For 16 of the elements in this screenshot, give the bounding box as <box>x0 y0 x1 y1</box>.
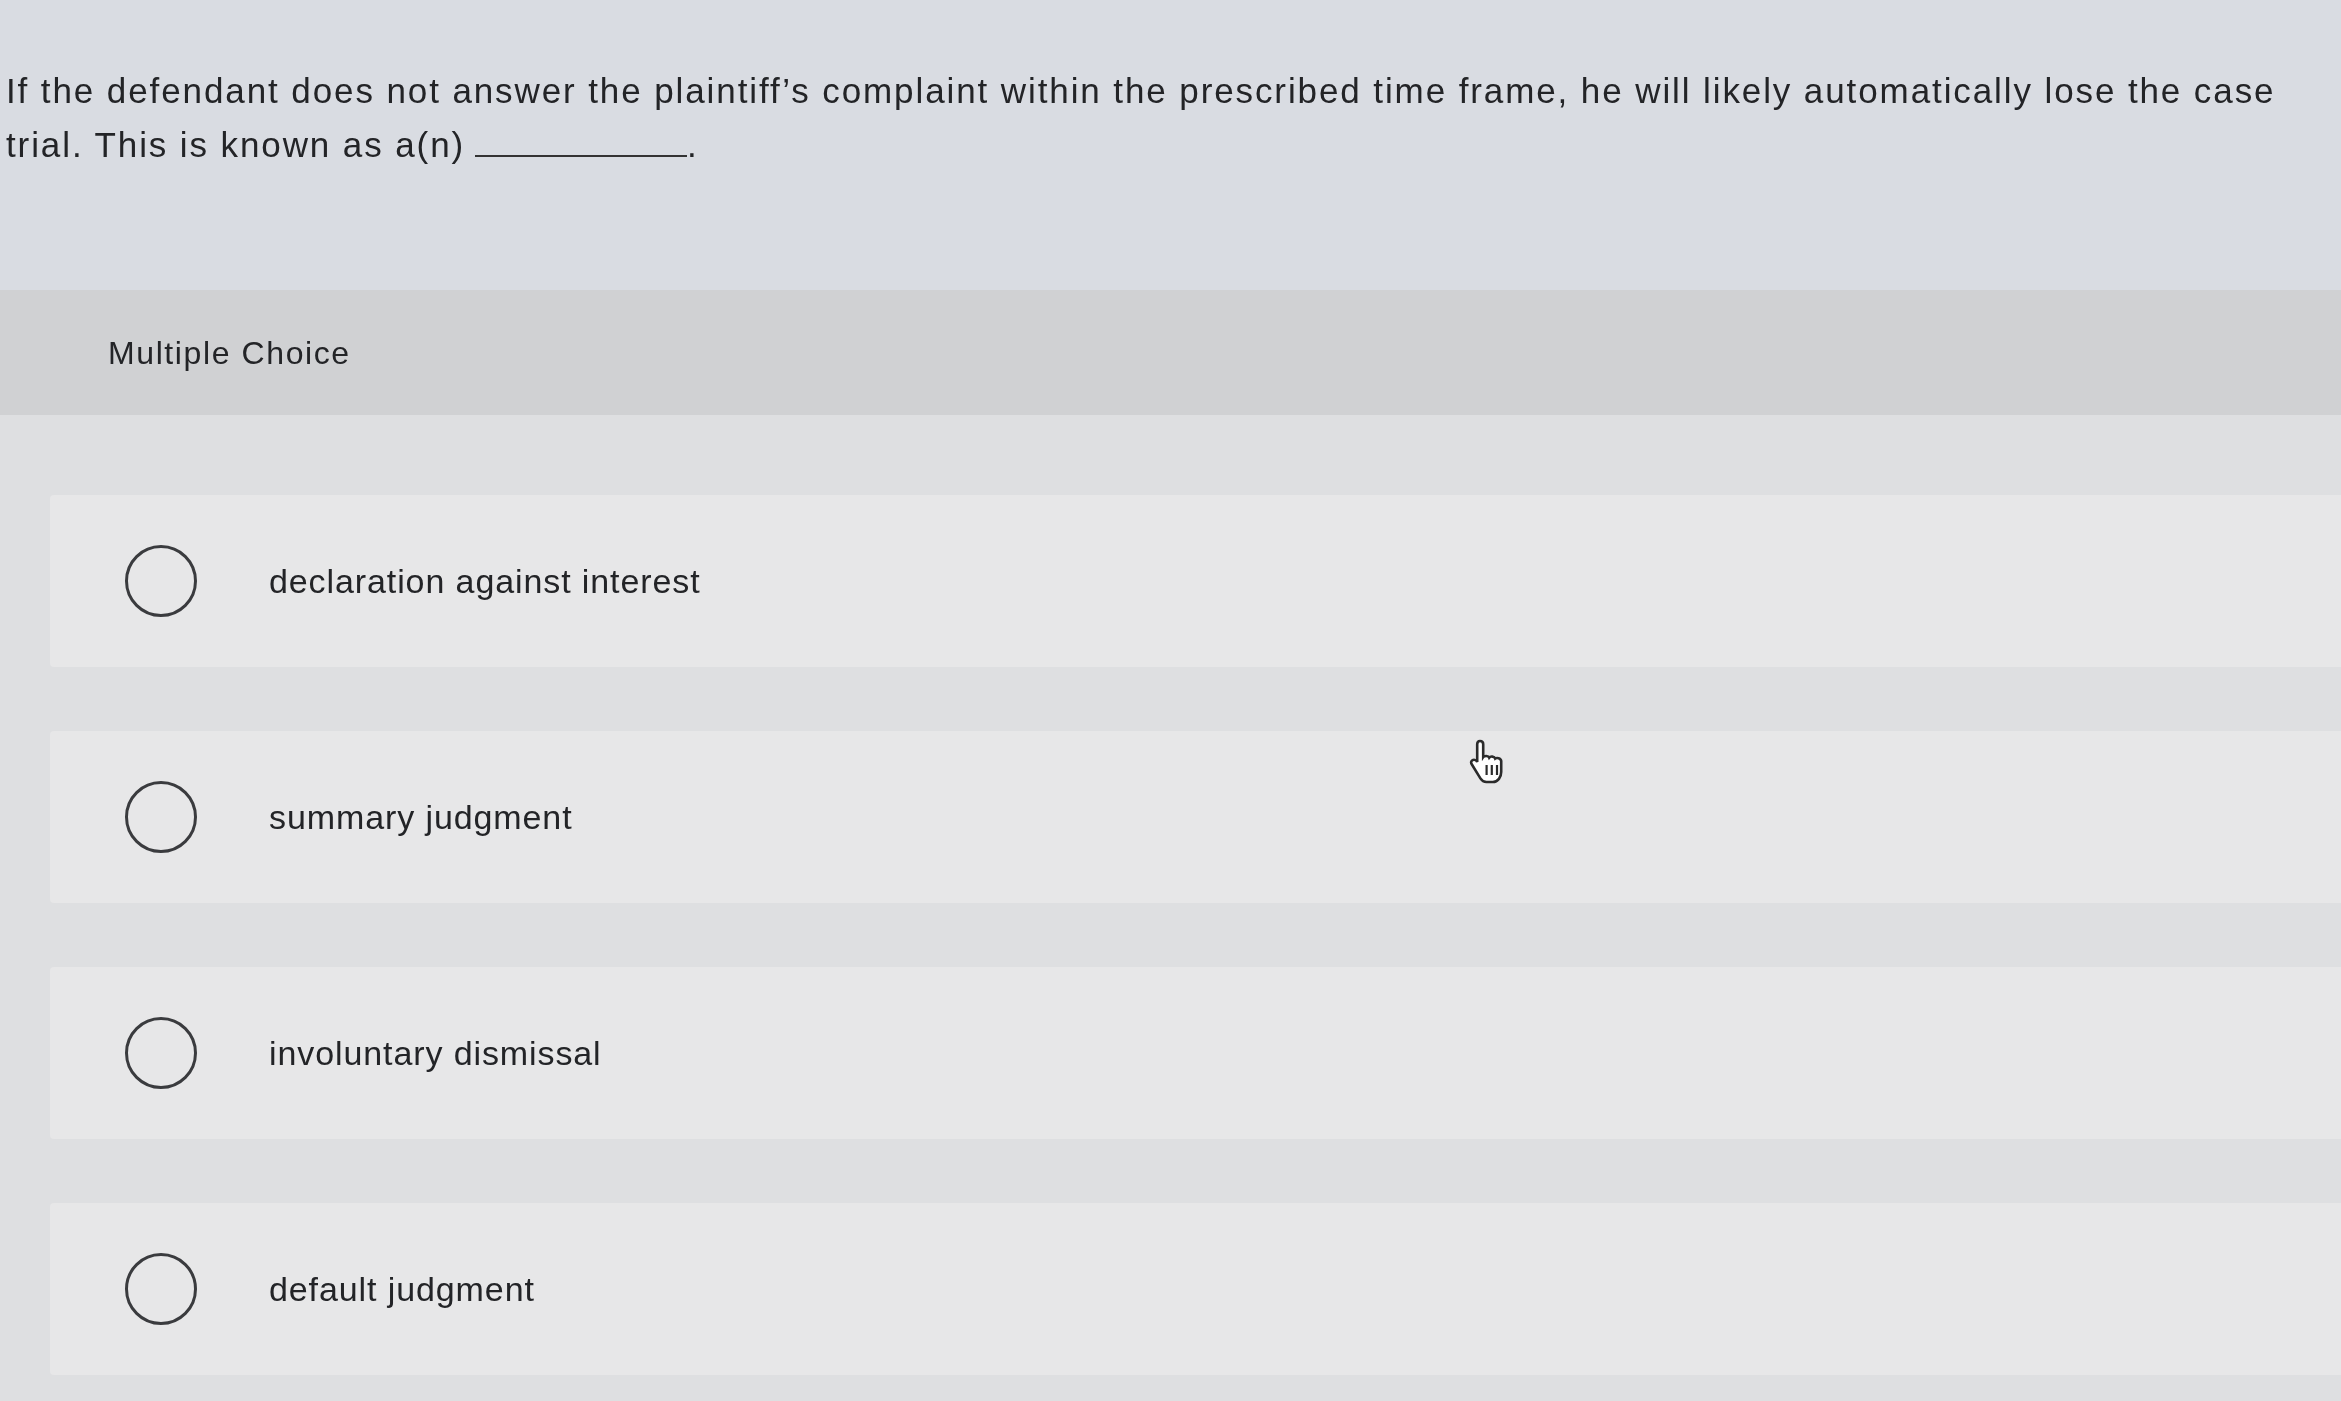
radio-button[interactable] <box>125 545 197 617</box>
option-label: summary judgment <box>269 796 573 838</box>
option-label: declaration against interest <box>269 560 701 602</box>
option-label: default judgment <box>269 1268 535 1310</box>
option-label: involuntary dismissal <box>269 1032 602 1074</box>
question-text: trial. This is known as a(n) <box>6 124 466 166</box>
answer-option[interactable]: default judgment <box>50 1203 2341 1375</box>
period-text: . <box>687 124 697 166</box>
question-type-label: Multiple Choice <box>108 333 351 373</box>
answer-option[interactable]: declaration against interest <box>50 495 2341 667</box>
radio-button[interactable] <box>125 1253 197 1325</box>
answer-option[interactable]: summary judgment <box>50 731 2341 903</box>
answer-option[interactable]: involuntary dismissal <box>50 967 2341 1139</box>
question-text: If the defendant does not answer the plaintiff’s complaint within the prescribed time frame, he will likely automatically lose the case <box>6 70 2276 112</box>
radio-button[interactable] <box>125 781 197 853</box>
radio-button[interactable] <box>125 1017 197 1089</box>
